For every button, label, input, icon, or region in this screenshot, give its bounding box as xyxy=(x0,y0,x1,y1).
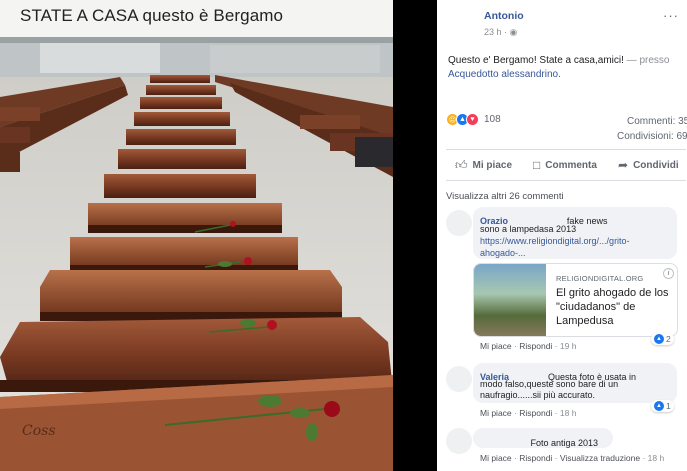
comment-actions: Mi piace · Rispondi · 19 h xyxy=(480,341,576,351)
comment-like-count[interactable]: ▲ 2 xyxy=(651,333,674,345)
comment-text: naufragio......sii più accurato. xyxy=(480,390,596,400)
post-panel: Antonio 23 h · ◉ ··· Questo e' Bergamo! … xyxy=(437,0,687,471)
redacted-name xyxy=(480,437,526,447)
comment-bubble: Foto antiga 2013 xyxy=(473,428,613,448)
like-reaction-icon: ▲ xyxy=(654,401,664,411)
link-preview-title: El grito ahogado de los "ciudadanos" de … xyxy=(556,287,669,327)
thumbs-up-icon: 👍︎ xyxy=(455,158,468,172)
post-time[interactable]: 23 h xyxy=(484,27,502,37)
love-reaction-icon: ♥ xyxy=(466,113,479,126)
post-body: Questo e' Bergamo! State a casa,amici! xyxy=(448,55,624,66)
comment-reply-link[interactable]: Rispondi xyxy=(519,341,552,351)
photo-caption: STATE A CASA questo è Bergamo xyxy=(20,6,284,25)
comment-actions: Mi piace · Rispondi · Visualizza traduzi… xyxy=(480,453,664,463)
post-text: Questo e' Bergamo! State a casa,amici! —… xyxy=(448,54,687,82)
divider xyxy=(446,180,686,181)
comment-reply-link[interactable]: Rispondi xyxy=(519,408,552,418)
comment-like-link[interactable]: Mi piace xyxy=(480,453,512,463)
comment-likes-number: 2 xyxy=(666,334,671,344)
commenter-avatar[interactable] xyxy=(446,366,472,392)
share-button-label: Condividi xyxy=(633,159,679,171)
globe-icon: ◉ xyxy=(509,27,518,37)
link-preview-thumbnail xyxy=(474,264,546,336)
comment-text: Foto antiga 2013 xyxy=(530,438,599,448)
author-avatar[interactable] xyxy=(447,8,477,38)
comment-text: sono a lampedasa 2013 xyxy=(480,224,577,234)
comment-button-label: Commenta xyxy=(545,159,597,171)
coffins-image: Coss xyxy=(0,37,393,471)
comment-time[interactable]: 18 h xyxy=(560,408,577,418)
divider xyxy=(446,149,686,150)
post-meta: 23 h · ◉ xyxy=(484,27,517,38)
comment-time[interactable]: 19 h xyxy=(560,341,577,351)
comment-reply-link[interactable]: Rispondi xyxy=(519,453,552,463)
link-preview-domain: RELIGIONDIGITAL.ORG xyxy=(556,274,644,283)
comment-like-count[interactable]: ▲ 1 xyxy=(651,400,674,412)
translate-link[interactable]: Visualizza traduzione xyxy=(560,453,640,463)
shares-count[interactable]: Condivisioni: 694 xyxy=(617,131,687,142)
comment-icon: □ xyxy=(533,158,541,172)
commenter-avatar[interactable] xyxy=(446,428,472,454)
commenter-avatar[interactable] xyxy=(446,210,472,236)
comment-button[interactable]: □ Commenta xyxy=(533,158,597,172)
signature-text: Coss xyxy=(22,423,56,439)
reactions-count: 108 xyxy=(484,114,501,125)
comment-bubble: Orazio fake news sono a lampedasa 2013 h… xyxy=(473,207,677,259)
post-location-sep: — presso xyxy=(623,55,670,66)
view-more-comments-link[interactable]: Visualizza altri 26 commenti xyxy=(446,191,564,202)
comment-like-link[interactable]: Mi piace xyxy=(480,341,512,351)
post-photo[interactable]: STATE A CASA questo è Bergamo Coss xyxy=(0,0,393,471)
post-author[interactable]: Antonio xyxy=(484,10,524,22)
link-preview-card[interactable]: i RELIGIONDIGITAL.ORG El grito ahogado d… xyxy=(473,263,678,337)
share-icon: ➦ xyxy=(618,158,629,172)
comment-like-link[interactable]: Mi piace xyxy=(480,408,512,418)
like-button-label: Mi piace xyxy=(472,160,513,171)
share-button[interactable]: ➦ Condividi xyxy=(618,158,679,172)
comment-time[interactable]: 18 h xyxy=(648,453,665,463)
more-options-icon[interactable]: ··· xyxy=(663,8,679,23)
like-button[interactable]: 👍︎ Mi piace xyxy=(455,158,512,173)
post-location-link[interactable]: Acquedotto alessandrino. xyxy=(448,69,561,80)
comments-count[interactable]: Commenti: 35 xyxy=(627,116,687,127)
comment-link[interactable]: ahogado-... xyxy=(480,247,526,259)
like-reaction-icon: ▲ xyxy=(654,334,664,344)
comment-likes-number: 1 xyxy=(666,401,671,411)
reactions-summary[interactable]: ☹ ▲ ♥ 108 xyxy=(446,113,501,126)
comment-link[interactable]: https://www.religiondigital.org/.../grit… xyxy=(480,235,630,247)
info-icon[interactable]: i xyxy=(663,268,674,279)
comment-bubble: Valeria Questa foto è usata in modo fals… xyxy=(473,363,677,403)
comment-actions: Mi piace · Rispondi · 18 h xyxy=(480,408,576,418)
